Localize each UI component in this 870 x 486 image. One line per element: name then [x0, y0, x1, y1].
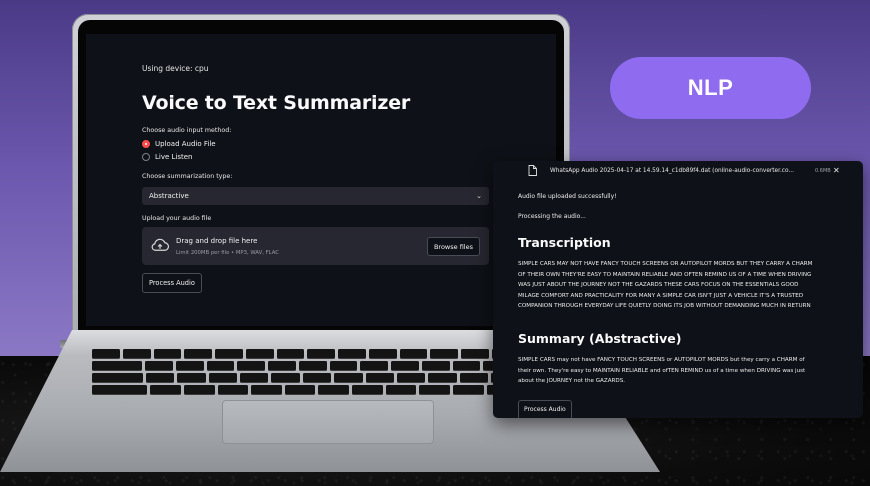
- summary-heading: Summary (Abstractive): [518, 331, 682, 346]
- summary-line: about the JOURNEY not the GAZARDS.: [518, 378, 626, 385]
- summary-text: SIMPLE CARS may not have FANCY TOUCH SCR…: [518, 355, 852, 387]
- app-screen: Using device: cpu Voice to Text Summariz…: [86, 34, 556, 326]
- upload-success-message: Audio file uploaded successfully!: [518, 193, 617, 200]
- process-audio-button[interactable]: Process Audio: [142, 273, 202, 293]
- radio-upload-audio-file[interactable]: Upload Audio File: [142, 140, 216, 148]
- browse-files-button[interactable]: Browse files: [426, 237, 480, 256]
- radio-label: Upload Audio File: [155, 140, 216, 148]
- uploaded-file-name: WhatsApp Audio 2025-04-17 at 14.59.14_c1…: [550, 168, 794, 174]
- uploaded-file-size: 0.6MB: [815, 168, 831, 174]
- upload-label: Upload your audio file: [142, 215, 212, 222]
- summarization-type-select[interactable]: Abstractive ⌄: [142, 187, 489, 205]
- transcription-line: SIMPLE CARS MAY NOT HAVE FANCY TOUCH SCR…: [518, 261, 813, 267]
- radio-live-listen[interactable]: Live Listen: [142, 153, 193, 161]
- transcription-line: OF THEIR OWN THEY'RE EASY TO MAINTAIN RE…: [518, 271, 812, 278]
- select-value: Abstractive: [149, 192, 189, 200]
- nlp-badge: NLP: [610, 57, 811, 119]
- results-panel: WhatsApp Audio 2025-04-17 at 14.59.14_c1…: [493, 161, 863, 418]
- transcription-line: MILAGE COMFORT AND PRACTICALITY FOR MANY…: [518, 292, 804, 299]
- radio-unselected-icon: [142, 153, 150, 161]
- close-icon[interactable]: ✕: [833, 166, 840, 175]
- dropzone-title: Drag and drop file here: [176, 237, 258, 245]
- laptop-trackpad: [222, 400, 434, 444]
- input-method-label: Choose audio input method:: [142, 127, 232, 134]
- processing-message: Processing the audio...: [518, 213, 586, 220]
- cloud-upload-icon: [151, 238, 169, 251]
- transcription-text: SIMPLE CARS MAY NOT HAVE FANCY TOUCH SCR…: [518, 259, 852, 312]
- device-status-text: Using device: cpu: [142, 64, 209, 73]
- dropzone-limits: Limit 200MB per file • MP3, WAV, FLAC: [176, 250, 279, 256]
- page-title: Voice to Text Summarizer: [142, 92, 411, 114]
- laptop-keyboard: [92, 349, 543, 397]
- file-dropzone[interactable]: Drag and drop file here Limit 200MB per …: [142, 227, 489, 265]
- summary-line: SIMPLE CARS may not have FANCY TOUCH SCR…: [518, 357, 805, 363]
- radio-selected-icon: [142, 140, 150, 148]
- file-icon: [528, 165, 537, 176]
- summarization-type-label: Choose summarization type:: [142, 173, 233, 180]
- panel-process-audio-button[interactable]: Process Audio: [518, 400, 572, 418]
- transcription-line: COMPANION THROUGH EVERYDAY LIFE QUIETLY …: [518, 303, 811, 310]
- transcription-line: WAS JUST ABOUT THE JOURNEY NOT THE GAZAR…: [518, 282, 799, 289]
- summary-line: their own. They're easy to MAINTAIN RELI…: [518, 367, 806, 374]
- transcription-heading: Transcription: [518, 235, 611, 250]
- chevron-down-icon: ⌄: [476, 192, 482, 200]
- radio-label: Live Listen: [155, 153, 193, 161]
